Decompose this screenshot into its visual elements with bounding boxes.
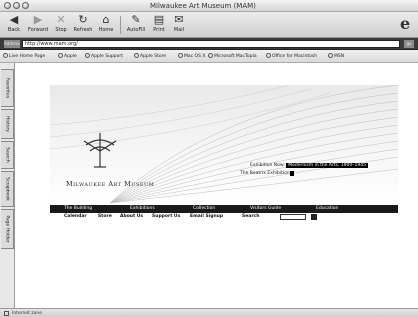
address-bar: Address http://www.mam.org/ go [0, 38, 418, 50]
favorite-icon [328, 53, 333, 58]
sidebar-tab-scrapbook[interactable]: Scrapbook [1, 171, 14, 207]
toolbar: ◀ Back ▶ Forward ✕ Stop ↻ Refresh ⌂ Home… [0, 12, 418, 38]
nav-exhibitions[interactable]: Exhibitions [130, 205, 155, 213]
stop-button[interactable]: ✕ Stop [52, 14, 70, 36]
print-button[interactable]: ▤ Print [150, 14, 168, 36]
search-go-button[interactable] [311, 214, 317, 220]
favorite-link[interactable]: MSN [328, 53, 344, 60]
zoom-window-button[interactable] [22, 2, 29, 9]
nav-visitors-guide[interactable]: Visitors Guide [250, 205, 281, 213]
favorite-link[interactable]: Apple Store [134, 53, 166, 60]
status-bar: Internet zone [0, 308, 418, 317]
favorites-bar: Live Home Page Apple Apple Support Apple… [0, 50, 418, 63]
address-label: Address [4, 40, 20, 48]
home-button[interactable]: ⌂ Home [96, 14, 116, 36]
favorite-icon [3, 53, 8, 58]
minimize-window-button[interactable] [13, 2, 20, 9]
search-input[interactable] [280, 214, 306, 220]
exhibition-link-1[interactable]: Exhibition Now: Modernism in the Arts, 1… [250, 163, 368, 168]
refresh-icon: ↻ [78, 13, 88, 26]
page-content: Milwaukee Art Museum Exhibition Now: Mod… [15, 63, 418, 308]
hero-banner: Milwaukee Art Museum Exhibition Now: Mod… [50, 85, 398, 265]
favorite-icon [208, 53, 213, 58]
sidebar-tab-search[interactable]: Search [1, 141, 14, 169]
go-button[interactable]: go [404, 40, 414, 48]
nav-education[interactable]: Education [316, 205, 338, 213]
browser-logo-icon: e [400, 14, 411, 33]
main-nav: The Building Exhibitions Collection Visi… [50, 205, 398, 213]
favorite-icon [266, 53, 271, 58]
status-text: Internet zone [12, 311, 43, 316]
favorite-link[interactable]: Apple [58, 53, 77, 60]
hero-wing-graphic [50, 85, 398, 205]
mail-button[interactable]: ✉ Mail [170, 14, 188, 36]
window-title: Milwaukee Art Museum (MAM) [150, 2, 256, 10]
museum-name: Milwaukee Art Museum [66, 180, 155, 188]
sidebar-tab-page-holder[interactable]: Page Holder [1, 209, 14, 249]
title-bar: Milwaukee Art Museum (MAM) [0, 0, 418, 12]
favorite-link[interactable]: Live Home Page [3, 53, 45, 60]
favorite-link[interactable]: Mac OS X [178, 53, 205, 60]
favorite-icon [85, 53, 90, 58]
sub-nav: Calendar Store About Us Support Us Email… [50, 213, 398, 221]
refresh-button[interactable]: ↻ Refresh [72, 14, 94, 36]
subnav-calendar[interactable]: Calendar [64, 213, 87, 221]
stop-icon: ✕ [56, 13, 66, 26]
print-icon: ▤ [153, 13, 165, 26]
toolbar-separator [120, 16, 121, 34]
close-window-button[interactable] [4, 2, 11, 9]
favorite-link[interactable]: Apple Support [85, 53, 123, 60]
subnav-search-label: Search [242, 214, 260, 219]
subnav-email-signup[interactable]: Email Signup [190, 213, 223, 221]
exhibition-link-2[interactable]: The Beatrix Exhibition [240, 171, 294, 176]
address-input[interactable]: http://www.mam.org/ [22, 40, 400, 48]
mail-icon: ✉ [174, 13, 184, 26]
autofill-button[interactable]: ✎ AutoFill [124, 14, 148, 36]
zone-icon [4, 311, 9, 316]
subnav-support-us[interactable]: Support Us [152, 213, 180, 221]
autofill-icon: ✎ [131, 13, 141, 26]
home-icon: ⌂ [102, 13, 110, 26]
back-arrow-icon: ◀ [9, 13, 19, 26]
nav-collection[interactable]: Collection [193, 205, 215, 213]
favorite-icon [178, 53, 183, 58]
favorite-icon [134, 53, 139, 58]
forward-button[interactable]: ▶ Forward [26, 14, 50, 36]
sidebar-tab-history[interactable]: History [1, 109, 14, 139]
subnav-about-us[interactable]: About Us [120, 213, 143, 221]
favorite-link[interactable]: Office for Macintosh [266, 53, 317, 60]
favorite-link[interactable]: Microsoft MacTopia [208, 53, 257, 60]
sidebar-tab-favorites[interactable]: Favorites [1, 69, 14, 107]
back-button[interactable]: ◀ Back [3, 14, 25, 36]
forward-arrow-icon: ▶ [33, 13, 43, 26]
nav-building[interactable]: The Building [64, 205, 92, 213]
subnav-store[interactable]: Store [98, 213, 112, 221]
favorite-icon [58, 53, 63, 58]
explorer-sidebar: Favorites History Search Scrapbook Page … [0, 63, 15, 308]
